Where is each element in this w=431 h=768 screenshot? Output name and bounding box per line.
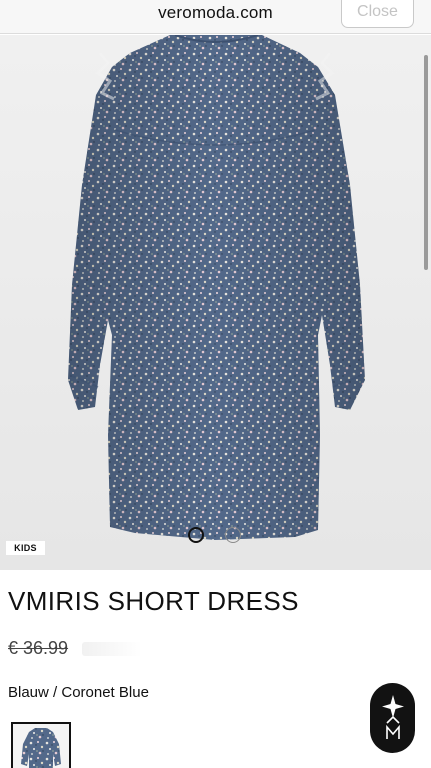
carousel-indicators [188, 527, 241, 543]
brand-logo-button[interactable] [370, 683, 415, 753]
product-price: € 36.99 [8, 638, 69, 658]
product-color: Blauw / Coronet Blue [8, 684, 149, 701]
category-badge: KIDS [6, 541, 45, 555]
star-logo-icon [381, 695, 404, 739]
scrollbar[interactable] [424, 55, 428, 270]
browser-top-bar: veromoda.com Close [0, 0, 431, 34]
carousel-dot-1[interactable] [188, 527, 204, 543]
carousel-dot-2[interactable] [225, 527, 241, 543]
dress-illustration [68, 35, 365, 540]
color-swatch-thumbnail[interactable] [11, 722, 71, 768]
product-image[interactable] [0, 35, 431, 570]
product-title: VMIRIS SHORT DRESS [8, 586, 299, 616]
price-placeholder [82, 642, 142, 656]
swatch-dress-icon [13, 724, 69, 768]
close-button[interactable]: Close [341, 0, 414, 28]
